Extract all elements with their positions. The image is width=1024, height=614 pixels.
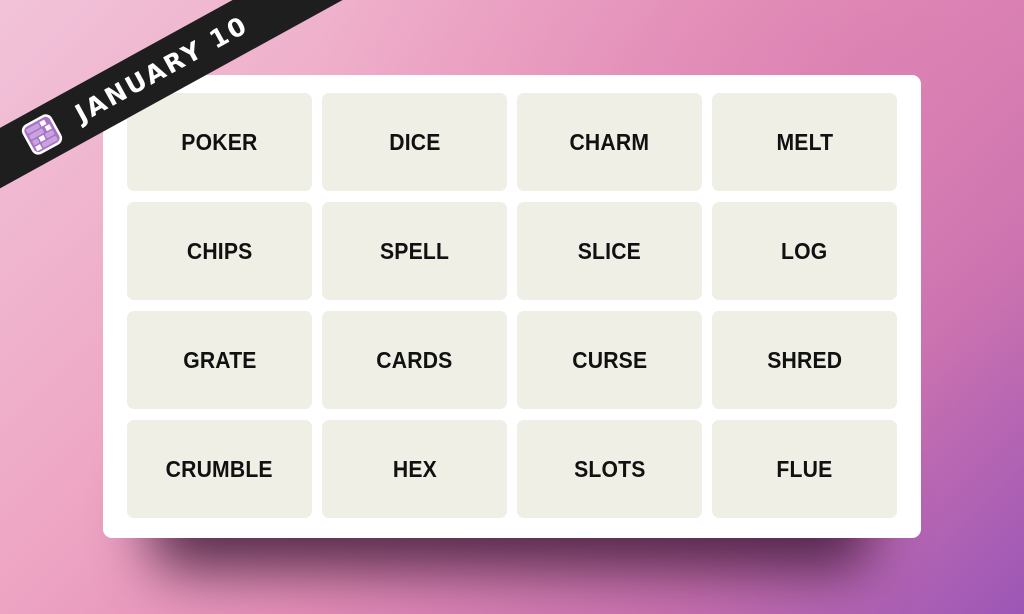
tile-label: DICE: [388, 128, 441, 155]
tile-label: LOG: [781, 237, 828, 264]
tile-label: CARDS: [376, 346, 453, 373]
word-tile[interactable]: HEX: [322, 420, 507, 518]
tile-label: CURSE: [571, 346, 647, 373]
tile-label: MELT: [776, 128, 833, 155]
word-tile[interactable]: SPELL: [322, 202, 507, 300]
tile-label: CHARM: [569, 128, 650, 155]
word-tile[interactable]: LOG: [712, 202, 897, 300]
tile-label: CRUMBLE: [165, 455, 274, 482]
word-tile[interactable]: CHIPS: [127, 202, 312, 300]
puzzle-board: POKER DICE CHARM MELT CHIPS SPELL SLICE …: [103, 75, 921, 538]
tile-label: SHRED: [766, 346, 842, 373]
tile-label: POKER: [181, 128, 258, 155]
word-grid: POKER DICE CHARM MELT CHIPS SPELL SLICE …: [127, 93, 897, 518]
word-tile[interactable]: CRUMBLE: [127, 420, 312, 518]
tile-label: SLICE: [577, 237, 642, 264]
tile-label: HEX: [392, 455, 437, 482]
word-tile[interactable]: SLICE: [517, 202, 702, 300]
tile-label: GRATE: [182, 346, 257, 373]
word-tile[interactable]: CURSE: [517, 311, 702, 409]
tile-label: SLOTS: [573, 455, 646, 482]
word-tile[interactable]: CARDS: [322, 311, 507, 409]
word-tile[interactable]: SHRED: [712, 311, 897, 409]
word-tile[interactable]: MELT: [712, 93, 897, 191]
word-tile[interactable]: POKER: [127, 93, 312, 191]
tile-label: FLUE: [776, 455, 833, 482]
tile-label: SPELL: [379, 237, 450, 264]
word-tile[interactable]: SLOTS: [517, 420, 702, 518]
word-tile[interactable]: CHARM: [517, 93, 702, 191]
word-tile[interactable]: DICE: [322, 93, 507, 191]
connections-grid-icon: [19, 111, 65, 157]
tile-label: CHIPS: [186, 237, 253, 264]
word-tile[interactable]: GRATE: [127, 311, 312, 409]
word-tile[interactable]: FLUE: [712, 420, 897, 518]
